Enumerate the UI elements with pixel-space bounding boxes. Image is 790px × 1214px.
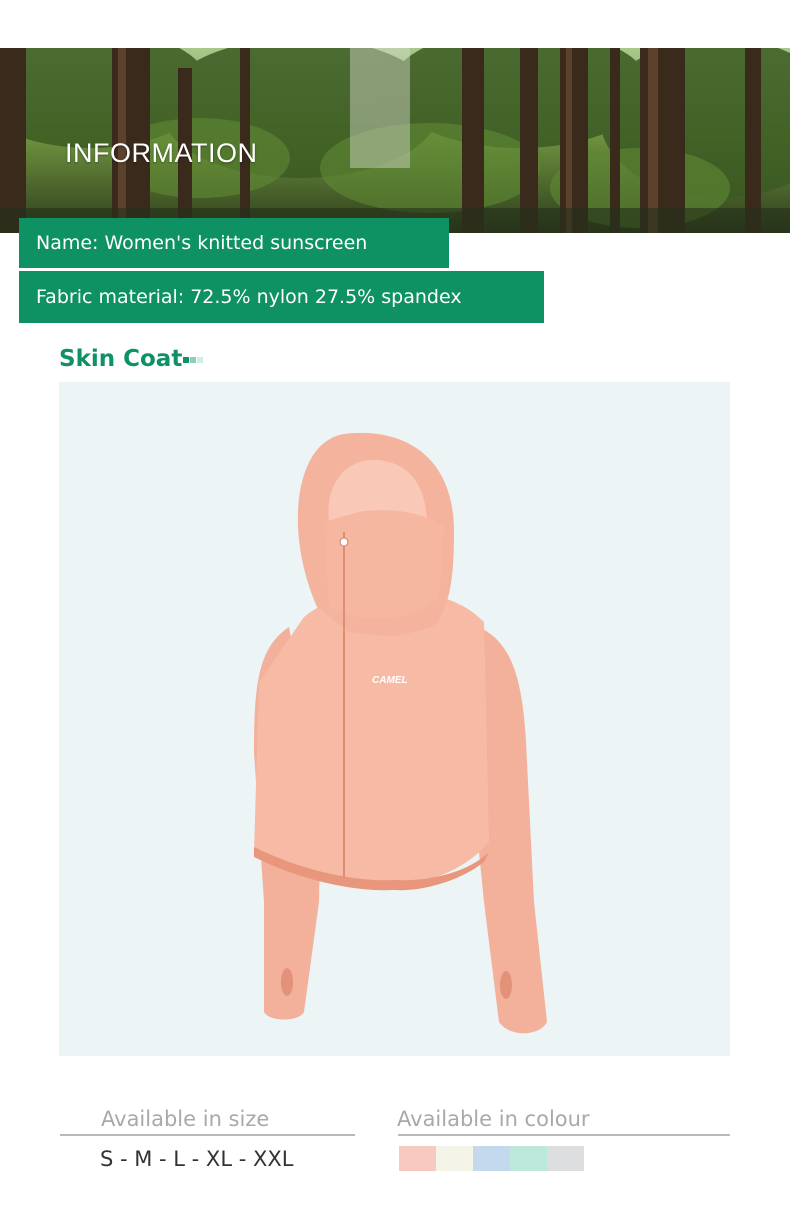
colour-swatch-1[interactable] bbox=[399, 1146, 436, 1171]
dot bbox=[183, 357, 189, 363]
size-divider bbox=[60, 1134, 355, 1136]
product-image-frame: CAMEL bbox=[59, 382, 730, 1056]
fabric-material-tag: Fabric material: 72.5% nylon 27.5% spand… bbox=[19, 271, 544, 323]
banner-title: INFORMATION bbox=[65, 138, 258, 168]
size-list: S - M - L - XL - XXL bbox=[100, 1147, 294, 1171]
colour-swatch-2[interactable] bbox=[436, 1146, 473, 1171]
size-label: Available in size bbox=[101, 1107, 270, 1131]
jacket-icon: CAMEL bbox=[254, 432, 547, 1034]
dot bbox=[190, 357, 196, 363]
brand-print: CAMEL bbox=[372, 675, 408, 686]
colour-swatch-4[interactable] bbox=[510, 1146, 547, 1171]
dot bbox=[197, 357, 203, 363]
colour-swatch-3[interactable] bbox=[473, 1146, 510, 1171]
colour-swatches bbox=[399, 1146, 584, 1171]
product-name-tag: Name: Women's knitted sunscreen bbox=[19, 218, 449, 268]
section-title: Skin Coat bbox=[59, 346, 183, 372]
forest-banner: INFORMATION bbox=[0, 48, 790, 233]
colour-label: Available in colour bbox=[397, 1107, 590, 1131]
colour-divider bbox=[398, 1134, 730, 1136]
decorative-dots bbox=[183, 357, 203, 363]
colour-swatch-5[interactable] bbox=[547, 1146, 584, 1171]
